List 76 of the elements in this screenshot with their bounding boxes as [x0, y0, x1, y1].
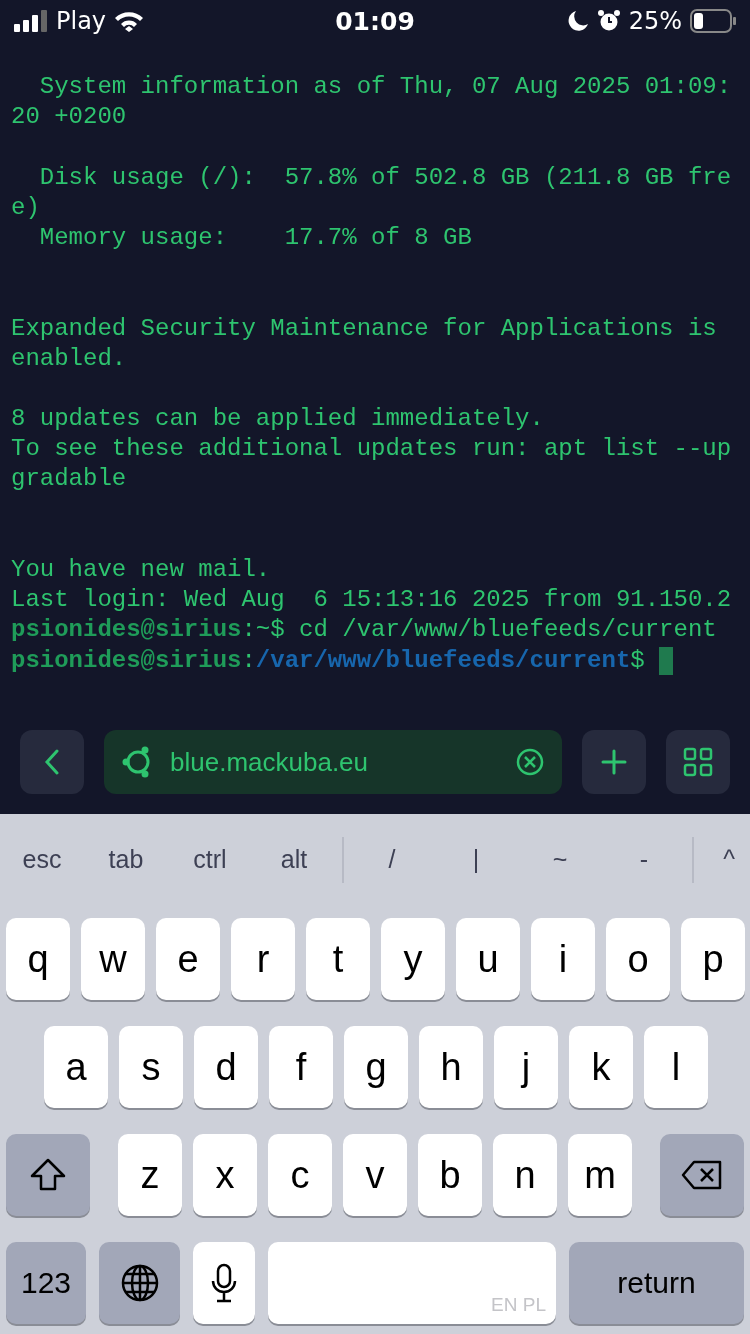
terminal-line: 8 updates can be applied immediately. — [11, 404, 544, 435]
globe-key[interactable] — [99, 1242, 180, 1324]
letter-key[interactable]: r — [231, 918, 295, 1000]
terminal-line: Last login: Wed Aug 6 15:13:16 2025 from 91.150.2 — [11, 585, 732, 616]
letter-key[interactable]: d — [194, 1026, 258, 1108]
backspace-icon — [681, 1160, 723, 1190]
letter-key[interactable]: o — [606, 918, 670, 1000]
letter-key[interactable]: g — [344, 1026, 408, 1108]
letter-key[interactable]: l — [644, 1026, 708, 1108]
language-label: EN PL — [491, 1294, 546, 1316]
accessory-key[interactable]: | — [434, 845, 518, 874]
grid-icon — [683, 747, 713, 777]
back-button[interactable] — [20, 730, 84, 794]
letter-key[interactable]: z — [118, 1134, 182, 1216]
letter-key[interactable]: u — [456, 918, 520, 1000]
accessory-key[interactable]: / — [350, 845, 434, 874]
dictation-key[interactable] — [193, 1242, 255, 1324]
wifi-icon — [114, 10, 145, 32]
accessory-key[interactable]: - — [602, 845, 686, 874]
add-button[interactable] — [582, 730, 646, 794]
terminal-line: e) — [11, 192, 40, 223]
terminal-line: enabled. — [11, 343, 127, 374]
terminal-line: 20 +0200 — [11, 102, 127, 133]
microphone-icon — [210, 1263, 238, 1303]
letter-key[interactable]: s — [119, 1026, 183, 1108]
terminal-line: Memory usage: 17.7% of 8 GB — [38, 222, 472, 253]
shift-key[interactable] — [6, 1134, 90, 1216]
letter-key[interactable]: j — [494, 1026, 558, 1108]
letter-key[interactable]: n — [493, 1134, 557, 1216]
letter-key[interactable]: y — [381, 918, 445, 1000]
accessory-key[interactable]: ~ — [518, 845, 602, 874]
letter-key[interactable]: q — [6, 918, 70, 1000]
terminal-line: You have new mail. — [11, 555, 271, 585]
globe-icon — [119, 1263, 160, 1303]
plus-icon — [601, 749, 627, 775]
letter-key[interactable]: f — [269, 1026, 333, 1108]
accessory-key[interactable]: esc — [0, 845, 84, 874]
signal-icon — [14, 10, 48, 32]
letter-key[interactable]: p — [681, 918, 745, 1000]
letter-key[interactable]: w — [81, 918, 145, 1000]
battery-percent: 25% — [628, 7, 682, 35]
moon-icon — [566, 10, 589, 32]
chevron-left-icon — [44, 749, 60, 775]
clock-time: 01:09 — [335, 6, 415, 36]
letter-key[interactable]: b — [418, 1134, 482, 1216]
shift-arrow-icon — [30, 1158, 66, 1192]
prompt-line: psionides@sirius:~$ cd /var/www/bluefeeds/current — [11, 615, 717, 646]
letter-key[interactable]: i — [531, 918, 595, 1000]
accessory-key[interactable]: alt — [252, 845, 336, 874]
close-icon[interactable] — [516, 748, 544, 776]
letter-key[interactable]: k — [569, 1026, 633, 1108]
return-key[interactable]: return — [569, 1242, 744, 1324]
terminal-line: System information as of Thu, 07 Aug 2025 01:09: — [38, 72, 732, 102]
prompt-line: psionides@sirius:/var/www/bluefeeds/current$ — [11, 645, 646, 676]
letter-key[interactable]: m — [568, 1134, 632, 1216]
accessory-key[interactable]: ctrl — [168, 845, 252, 874]
accessory-key[interactable]: tab — [84, 845, 168, 874]
carrier-name: Play — [56, 7, 107, 35]
terminal-line: Disk usage (/): 57.8% of 502.8 GB (211.8 GB fre — [38, 162, 732, 193]
terminal-line: Expanded Security Maintenance for Applications is — [11, 313, 717, 344]
letter-key[interactable]: v — [343, 1134, 407, 1216]
letter-key[interactable]: t — [306, 918, 370, 1000]
letter-key[interactable]: e — [156, 918, 220, 1000]
letter-key[interactable]: h — [419, 1026, 483, 1108]
alarm-clock-icon — [596, 9, 621, 33]
letter-key[interactable]: c — [268, 1134, 332, 1216]
grid-button[interactable] — [666, 730, 730, 794]
accessory-key[interactable]: ^ — [722, 845, 736, 874]
battery-icon — [690, 9, 736, 33]
host-tab[interactable]: blue.mackuba.eu — [104, 730, 562, 794]
letter-key[interactable]: x — [193, 1134, 257, 1216]
terminal-line: To see these additional updates run: apt list --up — [11, 434, 732, 465]
numbers-key[interactable]: 123 — [6, 1242, 86, 1324]
backspace-key[interactable] — [660, 1134, 744, 1216]
letter-key[interactable]: a — [44, 1026, 108, 1108]
terminal-line: gradable — [11, 464, 127, 495]
